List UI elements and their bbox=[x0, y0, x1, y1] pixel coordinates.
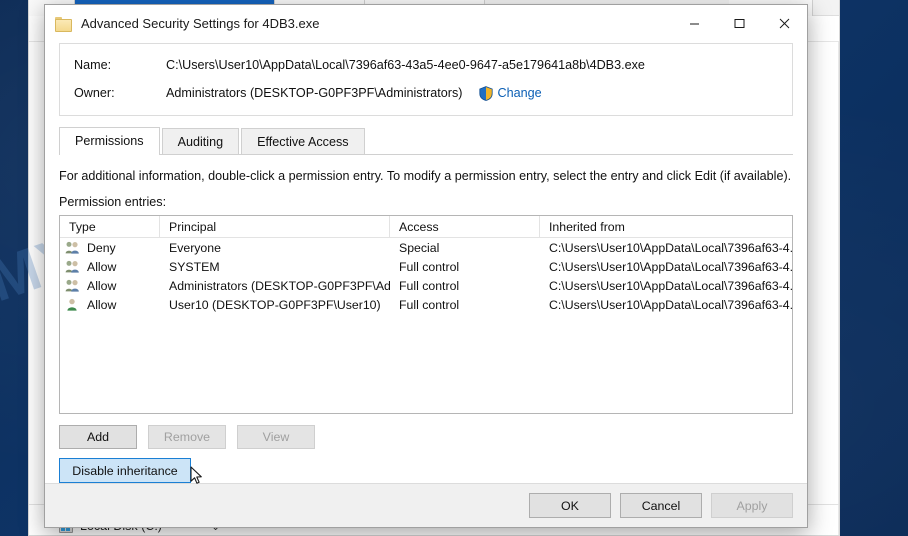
row-type-cell: Deny bbox=[60, 238, 160, 257]
owner-label: Owner: bbox=[74, 86, 115, 100]
tabstrip: Permissions Auditing Effective Access bbox=[59, 127, 793, 155]
change-owner-link[interactable]: Change bbox=[478, 85, 542, 101]
row-type-cell: Allow bbox=[60, 295, 160, 314]
row-type-label: Allow bbox=[87, 259, 117, 274]
pane-note: For additional information, double-click… bbox=[59, 169, 792, 183]
name-value: C:\Users\User10\AppData\Local\7396af63-4… bbox=[166, 58, 645, 72]
row-access-cell: Full control bbox=[399, 278, 460, 293]
permission-entries-listview[interactable]: Type Principal Access Inherited from Den… bbox=[59, 215, 793, 414]
window-controls bbox=[672, 5, 807, 41]
tab-permissions-label: Permissions bbox=[75, 134, 144, 148]
row-type-cell: Allow bbox=[60, 276, 160, 295]
row-principal-cell: SYSTEM bbox=[169, 259, 220, 274]
background-divider bbox=[838, 42, 839, 535]
dialog-footer: OK Cancel Apply bbox=[45, 483, 807, 527]
row-type-label: Allow bbox=[87, 278, 117, 293]
column-header-type[interactable]: Type bbox=[60, 216, 160, 238]
row-type-label: Deny bbox=[87, 240, 116, 255]
column-header-principal[interactable]: Principal bbox=[160, 216, 390, 238]
entry-buttons-row: Add Remove View bbox=[59, 425, 793, 449]
remove-button: Remove bbox=[148, 425, 226, 449]
tab-auditing-label: Auditing bbox=[177, 134, 224, 149]
row-type-label: Allow bbox=[87, 297, 117, 312]
row-inherited-cell: C:\Users\User10\AppData\Local\7396af63-4… bbox=[549, 278, 792, 293]
row-inherited-cell: C:\Users\User10\AppData\Local\7396af63-4… bbox=[549, 240, 792, 255]
dialog-title: Advanced Security Settings for 4DB3.exe bbox=[81, 15, 320, 31]
add-button[interactable]: Add bbox=[59, 425, 137, 449]
listview-header: Type Principal Access Inherited from bbox=[60, 216, 792, 238]
row-type-cell: Allow bbox=[60, 257, 160, 276]
group-icon bbox=[65, 279, 80, 292]
change-link-label[interactable]: Change bbox=[498, 86, 542, 100]
tab-auditing[interactable]: Auditing bbox=[161, 128, 240, 154]
table-row[interactable]: Allow SYSTEM Full control C:\Users\User1… bbox=[60, 257, 792, 276]
user-icon bbox=[65, 298, 80, 311]
row-access-cell: Full control bbox=[399, 297, 460, 312]
view-button: View bbox=[237, 425, 315, 449]
disable-inheritance-button[interactable]: Disable inheritance bbox=[59, 458, 191, 483]
row-inherited-cell: C:\Users\User10\AppData\Local\7396af63-4… bbox=[549, 297, 792, 312]
owner-value: Administrators (DESKTOP-G0PF3PF\Administ… bbox=[166, 86, 463, 100]
desktop: ? Local Disk (C:) ⌄ MYANTISPYWARE.COM Ad… bbox=[0, 0, 908, 536]
table-row[interactable]: Allow User10 (DESKTOP-G0PF3PF\User10) Fu… bbox=[60, 295, 792, 314]
tab-effective-access-label: Effective Access bbox=[257, 134, 349, 149]
cancel-button[interactable]: Cancel bbox=[620, 493, 702, 518]
column-header-inherited-from[interactable]: Inherited from bbox=[540, 216, 792, 238]
group-icon bbox=[65, 241, 80, 254]
advanced-security-settings-dialog: Advanced Security Settings for 4DB3.exe … bbox=[44, 4, 808, 528]
dialog-body: Name: C:\Users\User10\AppData\Local\7396… bbox=[45, 41, 807, 484]
close-button[interactable] bbox=[762, 5, 807, 41]
folder-icon bbox=[55, 16, 72, 32]
ok-button[interactable]: OK bbox=[529, 493, 611, 518]
row-principal-cell: Administrators (DESKTOP-G0PF3PF\Admini..… bbox=[169, 278, 390, 293]
owner-row: Owner: Administrators (DESKTOP-G0PF3PF\A… bbox=[74, 82, 778, 104]
minimize-button[interactable] bbox=[672, 5, 717, 41]
inheritance-row: Disable inheritance bbox=[59, 458, 793, 484]
apply-button: Apply bbox=[711, 493, 793, 518]
table-row[interactable]: Deny Everyone Special C:\Users\User10\Ap… bbox=[60, 238, 792, 257]
row-access-cell: Special bbox=[399, 240, 440, 255]
object-info-panel: Name: C:\Users\User10\AppData\Local\7396… bbox=[59, 43, 793, 116]
uac-shield-icon bbox=[478, 85, 493, 101]
permission-entries-label: Permission entries: bbox=[59, 195, 167, 209]
tab-permissions[interactable]: Permissions bbox=[59, 127, 160, 155]
table-row[interactable]: Allow Administrators (DESKTOP-G0PF3PF\Ad… bbox=[60, 276, 792, 295]
group-icon bbox=[65, 260, 80, 273]
row-principal-cell: Everyone bbox=[169, 240, 221, 255]
tab-effective-access[interactable]: Effective Access bbox=[241, 128, 365, 154]
name-label: Name: bbox=[74, 58, 112, 72]
dialog-titlebar[interactable]: Advanced Security Settings for 4DB3.exe bbox=[45, 5, 807, 41]
listview-body: Deny Everyone Special C:\Users\User10\Ap… bbox=[60, 238, 792, 413]
maximize-button[interactable] bbox=[717, 5, 762, 41]
row-access-cell: Full control bbox=[399, 259, 460, 274]
row-principal-cell: User10 (DESKTOP-G0PF3PF\User10) bbox=[169, 297, 381, 312]
name-row: Name: C:\Users\User10\AppData\Local\7396… bbox=[74, 54, 778, 76]
row-inherited-cell: C:\Users\User10\AppData\Local\7396af63-4… bbox=[549, 259, 792, 274]
column-header-access[interactable]: Access bbox=[390, 216, 540, 238]
